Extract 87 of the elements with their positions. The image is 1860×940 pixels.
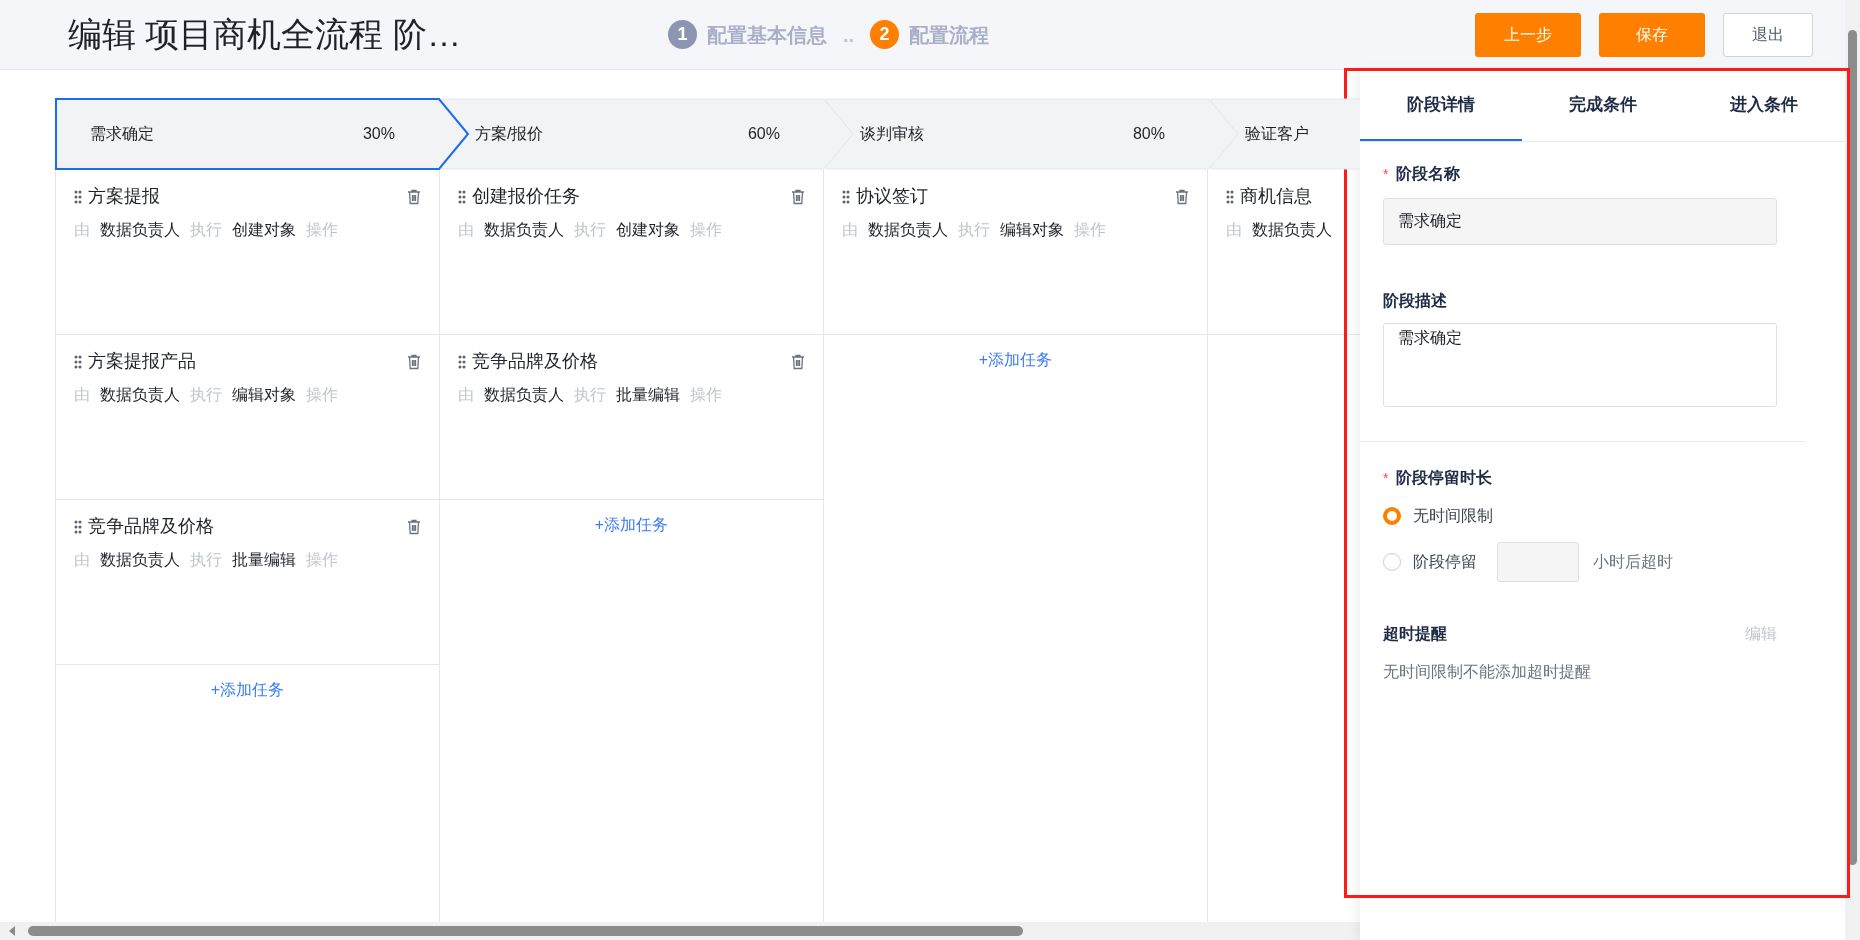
stage-percent: 80% <box>1132 124 1165 144</box>
task-title: 创建报价任务 <box>472 185 580 208</box>
horizontal-scrollbar[interactable] <box>0 922 1360 940</box>
scrollbar-thumb[interactable] <box>1848 30 1857 865</box>
drag-handle-icon[interactable] <box>74 189 82 204</box>
execute-label: 执行 <box>574 220 606 240</box>
action-text: 批量编辑 <box>616 385 680 405</box>
execute-label: 执行 <box>958 220 990 240</box>
task-title: 竞争品牌及价格 <box>472 350 598 373</box>
task-title: 协议签订 <box>856 185 928 208</box>
panel-tab[interactable]: 进入条件 <box>1683 70 1845 141</box>
stage-tab[interactable]: 需求确定 30% <box>55 98 470 170</box>
hours-input[interactable] <box>1497 542 1579 582</box>
stage-name: 方案/报价 <box>475 124 544 144</box>
action-text: 编辑对象 <box>1000 220 1064 240</box>
field-label: 阶段停留时长 <box>1396 468 1493 488</box>
step-number: 2 <box>870 20 900 49</box>
stage-percent: 30% <box>362 124 395 144</box>
task-title: 方案提报产品 <box>88 350 196 373</box>
stage-percent: 60% <box>747 124 780 144</box>
by-label: 由 <box>74 385 90 405</box>
trash-icon[interactable] <box>407 518 421 535</box>
required-mark: * <box>1383 468 1389 488</box>
panel-tab[interactable]: 阶段详情 <box>1360 70 1522 141</box>
drag-handle-icon[interactable] <box>458 354 466 369</box>
task-title: 方案提报 <box>88 185 160 208</box>
radio-label[interactable]: 无时间限制 <box>1413 504 1493 528</box>
owner-text: 数据负责人 <box>1252 220 1332 240</box>
action-text: 创建对象 <box>616 220 680 240</box>
drag-handle-icon[interactable] <box>842 189 850 204</box>
stage-name: 需求确定 <box>90 124 154 144</box>
drag-handle-icon[interactable] <box>1226 189 1234 204</box>
radio-label[interactable]: 阶段停留 <box>1413 550 1477 574</box>
by-label: 由 <box>458 385 474 405</box>
step-number: 1 <box>668 20 697 49</box>
trash-icon[interactable] <box>407 353 421 370</box>
by-label: 由 <box>1226 220 1242 240</box>
panel-tab[interactable]: 完成条件 <box>1521 70 1684 141</box>
by-label: 由 <box>74 550 90 570</box>
add-task-link[interactable]: +添加任务 <box>210 678 285 702</box>
by-label: 由 <box>74 220 90 240</box>
action-text: 创建对象 <box>232 220 296 240</box>
timeout-note: 无时间限制不能添加超时提醒 <box>1383 662 1592 682</box>
owner-text: 数据负责人 <box>100 550 180 570</box>
trash-icon[interactable] <box>407 188 421 205</box>
scroll-left-icon[interactable] <box>8 926 16 936</box>
owner-text: 数据负责人 <box>868 220 948 240</box>
owner-text: 数据负责人 <box>484 220 564 240</box>
execute-label: 执行 <box>190 220 222 240</box>
trash-icon[interactable] <box>791 353 805 370</box>
action-text: 批量编辑 <box>232 550 296 570</box>
header-button[interactable]: 退出 <box>1723 12 1813 57</box>
drag-handle-icon[interactable] <box>458 189 466 204</box>
step-label: 配置基本信息 <box>707 22 827 48</box>
stage-tab[interactable]: 方案/报价 60% <box>440 98 855 170</box>
execute-label: 执行 <box>574 385 606 405</box>
stage-name: 谈判审核 <box>860 124 924 144</box>
field-label: 阶段名称 <box>1396 164 1461 184</box>
add-task-link[interactable]: +添加任务 <box>594 513 669 537</box>
stage-description-input[interactable]: 需求确定 <box>1383 323 1777 407</box>
by-label: 由 <box>458 220 474 240</box>
field-label: 超时提醒 <box>1383 624 1447 644</box>
stage-name: 验证客户 <box>1245 124 1309 144</box>
step-label: 配置流程 <box>909 22 990 48</box>
required-mark: * <box>1383 164 1389 184</box>
trash-icon[interactable] <box>1175 188 1189 205</box>
field-label: 阶段描述 <box>1383 291 1448 311</box>
stage-tab[interactable]: 验证客户 <box>1210 98 1360 170</box>
owner-text: 数据负责人 <box>100 385 180 405</box>
step-separator: .. <box>843 22 855 48</box>
scrollbar-thumb[interactable] <box>28 926 1023 936</box>
drag-handle-icon[interactable] <box>74 354 82 369</box>
radio-button[interactable] <box>1383 507 1401 525</box>
owner-text: 数据负责人 <box>100 220 180 240</box>
drag-handle-icon[interactable] <box>74 519 82 534</box>
owner-text: 数据负责人 <box>484 385 564 405</box>
add-task-link[interactable]: +添加任务 <box>978 348 1053 372</box>
stage-name-input[interactable]: 需求确定 <box>1383 198 1777 245</box>
page-title: 编辑 项目商机全流程 阶… <box>68 14 462 55</box>
task-title: 商机信息 <box>1240 185 1312 208</box>
execute-label: 执行 <box>190 385 222 405</box>
suffix-text: 小时后超时 <box>1593 552 1673 572</box>
by-label: 由 <box>842 220 858 240</box>
trash-icon[interactable] <box>791 188 805 205</box>
action-text: 编辑对象 <box>232 385 296 405</box>
task-title: 竞争品牌及价格 <box>88 515 214 538</box>
execute-label: 执行 <box>190 550 222 570</box>
